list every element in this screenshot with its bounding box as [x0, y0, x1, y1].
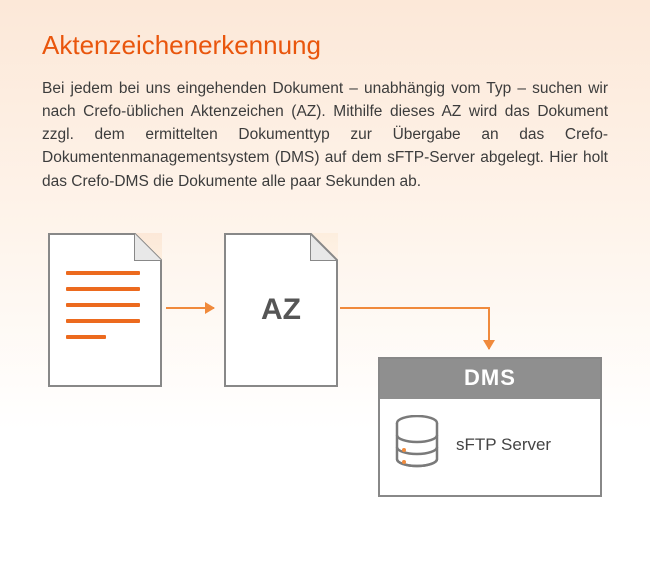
az-label: AZ — [226, 293, 336, 327]
document-text-lines-icon — [66, 271, 140, 351]
sftp-server-label: sFTP Server — [456, 435, 551, 455]
description-text: Bei jedem bei uns eingehenden Dokument –… — [42, 77, 608, 193]
arrow-icon — [166, 307, 214, 309]
incoming-document-icon — [48, 233, 162, 387]
database-icon — [392, 415, 442, 475]
page-title: Aktenzeichenerkennung — [42, 30, 608, 61]
az-document-icon: AZ — [224, 233, 338, 387]
dms-header: DMS — [380, 359, 600, 399]
flow-diagram: AZ .arrow-h.noarrowhead::after{display:n… — [48, 233, 608, 523]
page: Aktenzeichenerkennung Bei jedem bei uns … — [0, 0, 650, 574]
dms-box: DMS sFTP Server — [378, 357, 602, 497]
arrow-segment — [340, 307, 490, 309]
